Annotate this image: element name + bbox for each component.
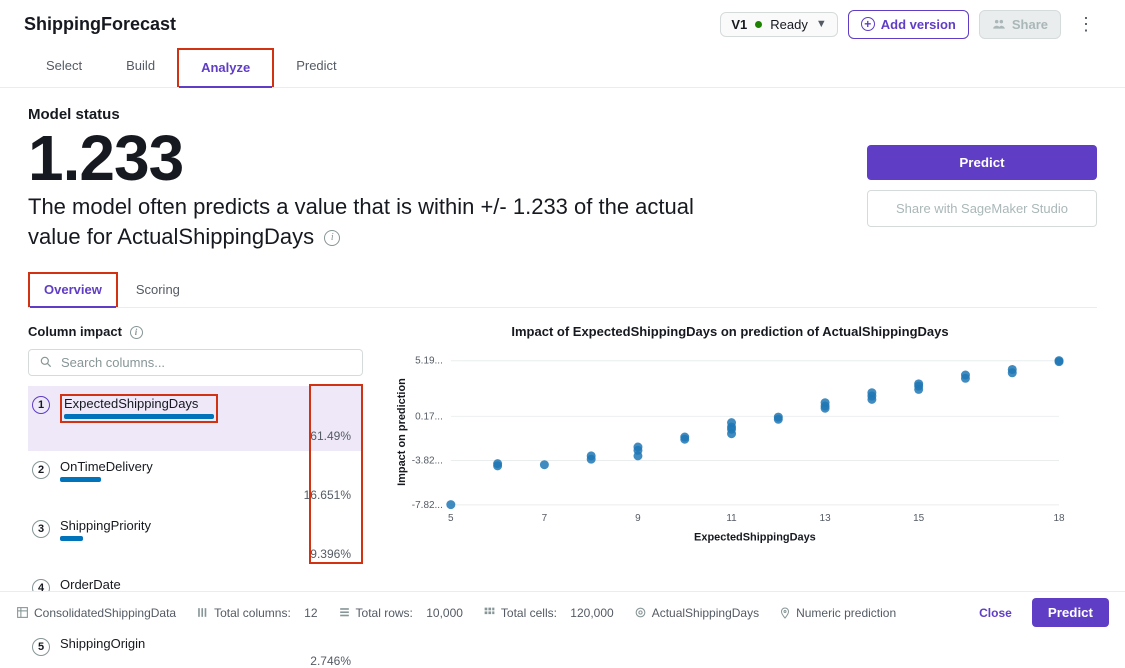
model-metric: 1.233	[28, 125, 843, 192]
svg-text:-3.82...: -3.82...	[412, 455, 443, 466]
page-title: ShippingForecast	[24, 14, 720, 35]
rank-badge: 2	[32, 461, 50, 479]
tab-build[interactable]: Build	[104, 48, 177, 87]
impact-name: ExpectedShippingDays	[64, 396, 214, 411]
svg-text:18: 18	[1053, 512, 1065, 523]
more-menu-button[interactable]: ⋮	[1071, 14, 1101, 35]
chevron-down-icon: ▼	[816, 18, 827, 30]
info-icon[interactable]: i	[130, 326, 143, 339]
main-tabs: Select Build Analyze Predict	[0, 48, 1125, 88]
svg-text:Impact on prediction: Impact on prediction	[396, 377, 408, 485]
svg-text:7: 7	[542, 512, 548, 523]
close-button[interactable]: Close	[979, 606, 1012, 620]
impact-name: OrderDate	[60, 577, 359, 592]
footer-status-bar: ConsolidatedShippingData Total columns: …	[0, 591, 1125, 633]
impact-pct: 9.396%	[60, 547, 359, 561]
pin-icon	[779, 606, 791, 620]
scatter-chart: 5.19... 0.17... -3.82... -7.82... 5 7 9 11 13 15 1…	[391, 347, 1069, 547]
footer-predict-button[interactable]: Predict	[1032, 598, 1109, 627]
add-version-button[interactable]: + Add version	[848, 10, 969, 39]
desc-line-1: The model often predicts a value that is…	[28, 194, 694, 219]
model-status-label: Model status	[28, 106, 1097, 123]
footer-dataset: ConsolidatedShippingData	[16, 606, 176, 620]
main-content: Model status 1.233 The model often predi…	[0, 88, 1125, 668]
impact-row-5[interactable]: 5 ShippingOrigin 2.746%	[28, 628, 363, 668]
column-impact-title: Column impact	[28, 324, 122, 339]
add-version-label: Add version	[881, 17, 956, 32]
footer-rows: Total rows: 10,000	[338, 606, 463, 620]
footer-model-type: Numeric prediction	[779, 606, 896, 620]
impact-pct: 2.746%	[60, 654, 359, 668]
status-dot-icon	[755, 21, 762, 28]
share-sagemaker-button[interactable]: Share with SageMaker Studio	[867, 190, 1097, 227]
app-header: ShippingForecast V1 Ready ▼ + Add versio…	[0, 0, 1125, 48]
version-label: V1	[731, 17, 747, 32]
svg-text:5.19...: 5.19...	[415, 355, 443, 366]
model-status-block: 1.233 The model often predicts a value t…	[28, 125, 843, 252]
impact-row-3[interactable]: 3 ShippingPriority 9.396%	[28, 510, 363, 569]
impact-name: ShippingPriority	[60, 518, 359, 533]
search-input[interactable]: Search columns...	[28, 349, 363, 376]
svg-text:11: 11	[726, 512, 737, 523]
impact-row-2[interactable]: 2 OnTimeDelivery 16.651%	[28, 451, 363, 510]
svg-text:0.17...: 0.17...	[415, 411, 443, 422]
target-icon	[634, 606, 647, 619]
impact-name: OnTimeDelivery	[60, 459, 359, 474]
header-controls: V1 Ready ▼ + Add version Share ⋮	[720, 10, 1101, 39]
subtab-scoring[interactable]: Scoring	[118, 272, 198, 307]
svg-text:ExpectedShippingDays: ExpectedShippingDays	[694, 531, 816, 543]
rank-badge: 1	[32, 396, 50, 414]
predict-button[interactable]: Predict	[867, 145, 1097, 180]
footer-cells: Total cells: 120,000	[483, 606, 614, 620]
chart-title: Impact of ExpectedShippingDays on predic…	[391, 324, 1069, 339]
grid-icon	[483, 606, 496, 619]
version-selector[interactable]: V1 Ready ▼	[720, 12, 837, 37]
svg-text:5: 5	[448, 512, 454, 523]
svg-text:13: 13	[820, 512, 832, 523]
column-impact-header: Column impact i	[28, 324, 363, 349]
plus-circle-icon: +	[861, 17, 875, 31]
model-actions: Predict Share with SageMaker Studio	[867, 125, 1097, 252]
desc-line-2: value for ActualShippingDays	[28, 224, 314, 249]
model-status-description: The model often predicts a value that is…	[28, 192, 843, 251]
footer-target: ActualShippingDays	[634, 606, 759, 620]
rows-icon	[338, 606, 351, 619]
impact-pct: 16.651%	[60, 488, 359, 502]
columns-icon	[196, 606, 209, 619]
analyze-subtabs: Overview Scoring	[28, 272, 1097, 308]
tab-analyze[interactable]: Analyze	[177, 48, 274, 87]
footer-columns: Total columns: 12	[196, 606, 317, 620]
svg-text:9: 9	[635, 512, 641, 523]
tab-select[interactable]: Select	[24, 48, 104, 87]
share-button[interactable]: Share	[979, 10, 1061, 39]
impact-row-1[interactable]: 1 ExpectedShippingDays 61.49%	[28, 386, 363, 451]
search-placeholder: Search columns...	[61, 355, 165, 370]
impact-name: ShippingOrigin	[60, 636, 359, 651]
rank-badge: 5	[32, 638, 50, 656]
search-icon	[39, 355, 53, 369]
table-icon	[16, 606, 29, 619]
info-icon[interactable]: i	[324, 230, 340, 246]
rank-badge: 3	[32, 520, 50, 538]
tab-predict[interactable]: Predict	[274, 48, 358, 87]
status-label: Ready	[770, 17, 808, 32]
people-icon	[992, 17, 1006, 31]
subtab-overview[interactable]: Overview	[28, 272, 118, 307]
svg-text:15: 15	[913, 512, 925, 523]
share-label: Share	[1012, 17, 1048, 32]
svg-text:-7.82...: -7.82...	[412, 499, 443, 510]
impact-pct: 61.49%	[60, 429, 359, 443]
